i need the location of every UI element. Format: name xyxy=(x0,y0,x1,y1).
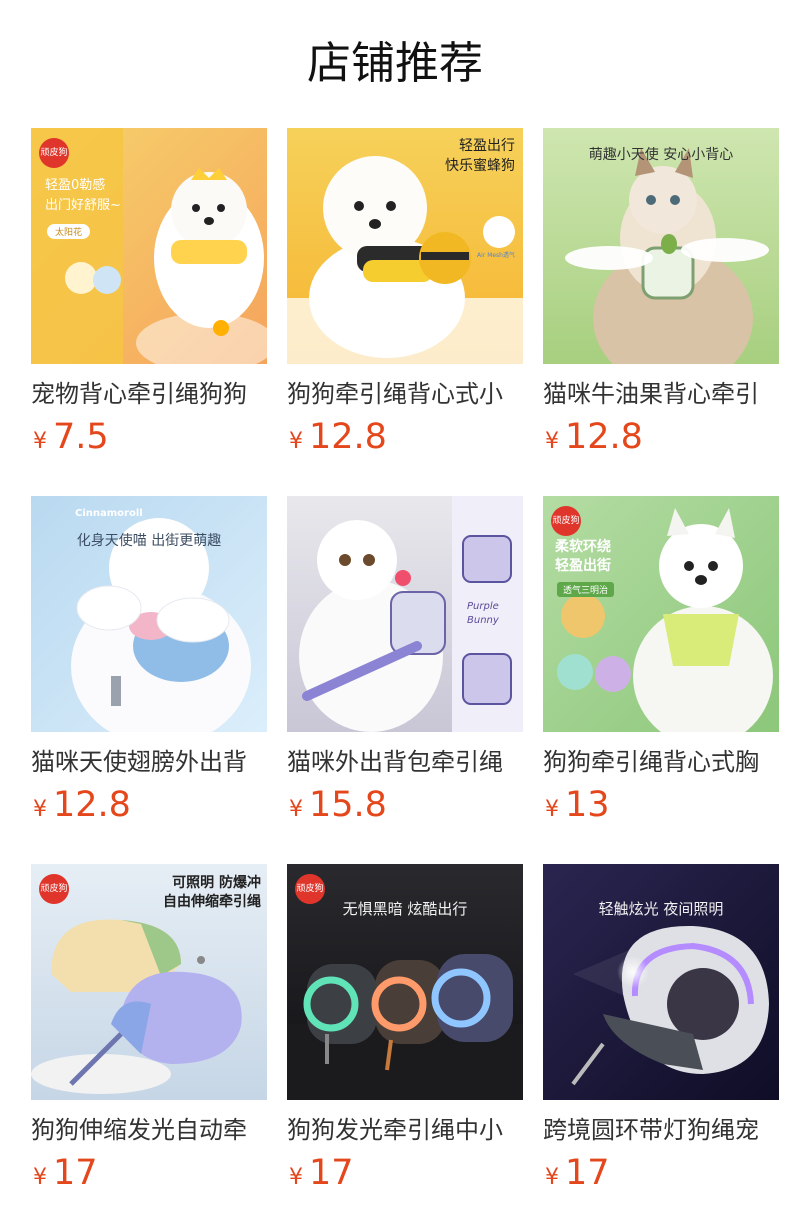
product-card[interactable]: 轻盈出行 快乐蜜蜂狗 Air Mesh透气 狗狗牵引绳背心式小 ¥12.8 xyxy=(287,128,523,457)
currency-symbol: ¥ xyxy=(289,1165,303,1190)
price-value: 12.8 xyxy=(53,785,131,825)
currency-symbol: ¥ xyxy=(545,1165,559,1190)
product-card[interactable]: 轻触炫光 夜间照明 跨境圆环带灯狗绳宠 ¥17 xyxy=(543,864,779,1193)
promo-tag: Air Mesh透气 xyxy=(477,252,515,259)
product-name[interactable]: 猫咪天使翅膀外出背 xyxy=(31,745,267,779)
product-image[interactable]: 顽皮狗 柔软环绕 轻盈出街 透气三明治 xyxy=(543,496,779,732)
product-photo xyxy=(31,128,267,364)
promo-text: 化身天使喵 出街更萌趣 xyxy=(76,533,222,549)
promo-text: 萌趣小天使 安心小背心 xyxy=(588,147,734,163)
price-value: 17 xyxy=(309,1153,354,1193)
promo-line: 自由伸缩牵引绳 xyxy=(163,894,261,910)
product-image[interactable]: Cinnamoroll 化身天使喵 出街更萌趣 xyxy=(31,496,267,732)
currency-symbol: ¥ xyxy=(33,429,47,454)
product-price: ¥13 xyxy=(543,785,779,825)
product-name[interactable]: 狗狗牵引绳背心式小 xyxy=(287,377,523,411)
product-price: ¥12.8 xyxy=(31,785,267,825)
product-price: ¥15.8 xyxy=(287,785,523,825)
product-name[interactable]: 狗狗发光牵引绳中小 xyxy=(287,1113,523,1147)
product-card[interactable]: 顽皮狗 无惧黑暗 炫酷出行 狗狗发光牵引绳中小 ¥17 xyxy=(287,864,523,1193)
currency-symbol: ¥ xyxy=(289,797,303,822)
product-image[interactable]: 轻触炫光 夜间照明 xyxy=(543,864,779,1100)
currency-symbol: ¥ xyxy=(289,429,303,454)
promo-text: 轻盈0勒感 出门好舒服~ xyxy=(45,176,121,216)
product-card[interactable]: 萌趣小天使 安心小背心 猫咪牛油果背心牵引 ¥12.8 xyxy=(543,128,779,457)
promo-line: 出门好舒服~ xyxy=(45,198,121,213)
brand-logo: 顽皮狗 xyxy=(551,506,581,536)
price-value: 7.5 xyxy=(53,417,109,457)
product-card[interactable]: 顽皮狗 可照明 防爆冲 自由伸缩牵引绳 狗狗伸缩发光自动牵 ¥17 xyxy=(31,864,267,1193)
price-value: 15.8 xyxy=(309,785,387,825)
brand-logo: Cinnamoroll xyxy=(75,508,143,519)
product-card[interactable]: Purple Bunny 猫咪外出背包牵引绳 ¥15.8 xyxy=(287,496,523,825)
product-price: ¥12.8 xyxy=(287,417,523,457)
promo-text: Purple Bunny xyxy=(467,600,499,628)
product-name[interactable]: 狗狗牵引绳背心式胸 xyxy=(543,745,779,779)
promo-text: 可照明 防爆冲 自由伸缩牵引绳 xyxy=(163,874,261,912)
price-value: 12.8 xyxy=(565,417,643,457)
promo-line: 柔软环绕 xyxy=(555,539,611,555)
product-card[interactable]: 顽皮狗 轻盈0勒感 出门好舒服~ 太阳花 宠物背心牵引绳狗狗 ¥7.5 xyxy=(31,128,267,457)
product-price: ¥17 xyxy=(543,1153,779,1193)
product-name[interactable]: 狗狗伸缩发光自动牵 xyxy=(31,1113,267,1147)
product-name[interactable]: 猫咪外出背包牵引绳 xyxy=(287,745,523,779)
product-price: ¥17 xyxy=(31,1153,267,1193)
product-name[interactable]: 宠物背心牵引绳狗狗 xyxy=(31,377,267,411)
promo-line: 轻盈出行 xyxy=(459,138,515,154)
currency-symbol: ¥ xyxy=(545,797,559,822)
price-value: 17 xyxy=(565,1153,610,1193)
promo-line: Purple xyxy=(467,601,499,612)
price-value: 12.8 xyxy=(309,417,387,457)
product-card[interactable]: 顽皮狗 柔软环绕 轻盈出街 透气三明治 狗狗牵引绳背心式胸 ¥13 xyxy=(543,496,779,825)
currency-symbol: ¥ xyxy=(33,797,47,822)
product-image[interactable]: 轻盈出行 快乐蜜蜂狗 Air Mesh透气 xyxy=(287,128,523,364)
promo-text: 柔软环绕 轻盈出街 xyxy=(555,538,611,576)
promo-text: 轻触炫光 夜间照明 xyxy=(598,900,724,918)
product-grid: 顽皮狗 轻盈0勒感 出门好舒服~ 太阳花 宠物背心牵引绳狗狗 ¥7.5 轻盈出行… xyxy=(0,0,790,1232)
promo-line: 可照明 防爆冲 xyxy=(172,875,261,891)
promo-text: 轻盈出行 快乐蜜蜂狗 xyxy=(445,136,515,176)
promo-tag: 透气三明治 xyxy=(557,582,615,597)
product-image[interactable]: Purple Bunny xyxy=(287,496,523,732)
promo-line: 轻盈0勒感 xyxy=(45,178,106,193)
promo-text: 无惧黑暗 炫酷出行 xyxy=(342,900,468,918)
currency-symbol: ¥ xyxy=(33,1165,47,1190)
promo-line: Bunny xyxy=(467,615,499,626)
product-price: ¥12.8 xyxy=(543,417,779,457)
promo-line: 快乐蜜蜂狗 xyxy=(445,158,515,174)
product-image[interactable]: 顽皮狗 无惧黑暗 炫酷出行 xyxy=(287,864,523,1100)
brand-logo: 顽皮狗 xyxy=(39,874,69,904)
product-image[interactable]: 顽皮狗 可照明 防爆冲 自由伸缩牵引绳 xyxy=(31,864,267,1100)
product-price: ¥17 xyxy=(287,1153,523,1193)
promo-tag: 太阳花 xyxy=(47,224,91,239)
price-value: 13 xyxy=(565,785,610,825)
product-name[interactable]: 跨境圆环带灯狗绳宠 xyxy=(543,1113,779,1147)
currency-symbol: ¥ xyxy=(545,429,559,454)
product-image[interactable]: 顽皮狗 轻盈0勒感 出门好舒服~ 太阳花 xyxy=(31,128,267,364)
price-value: 17 xyxy=(53,1153,98,1193)
brand-logo: 顽皮狗 xyxy=(39,138,69,168)
product-price: ¥7.5 xyxy=(31,417,267,457)
product-photo xyxy=(543,496,779,732)
product-image[interactable]: 萌趣小天使 安心小背心 xyxy=(543,128,779,364)
product-name[interactable]: 猫咪牛油果背心牵引 xyxy=(543,377,779,411)
promo-line: 轻盈出街 xyxy=(555,558,611,574)
product-card[interactable]: Cinnamoroll 化身天使喵 出街更萌趣 猫咪天使翅膀外出背 ¥12.8 xyxy=(31,496,267,825)
